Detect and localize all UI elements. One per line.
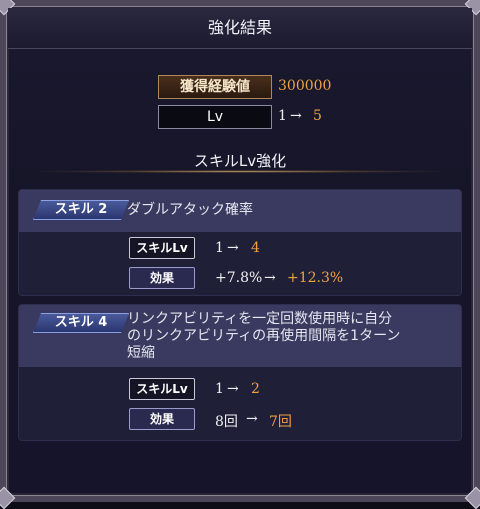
- exp-label: 獲得経験値: [158, 75, 272, 99]
- arrow-icon: →: [246, 411, 258, 427]
- skill-level-from: 1: [215, 381, 224, 397]
- lv-from: 1: [278, 108, 287, 124]
- skill-card: スキル 2 ダブルアタック確率 スキルLv 1 → 4 効果 +7.8% → +…: [18, 189, 462, 296]
- exp-value: 300000: [278, 78, 331, 94]
- skill-effect-chip: 効果: [129, 267, 195, 289]
- section-divider: [40, 170, 440, 173]
- arrow-icon: →: [264, 270, 276, 286]
- skill-level-from: 1: [215, 240, 224, 256]
- skill-level-to: 2: [251, 381, 260, 397]
- skill-effect-from: 8回: [215, 411, 238, 431]
- dialog-title: 強化結果: [8, 8, 472, 49]
- skill-tag: スキル 4: [33, 313, 129, 333]
- skill-description-line-2: のリンクアビリティの再使用間隔を1ターン: [127, 328, 445, 345]
- skill-effect-from: +7.8%: [215, 270, 262, 286]
- arrow-icon: →: [290, 108, 302, 124]
- skill-card: スキル 4 リンクアビリティを一定回数使用時に自分 のリンクアビリティの再使用間…: [18, 304, 462, 441]
- skill-level-chip: スキルLv: [129, 237, 195, 259]
- arrow-icon: →: [227, 240, 239, 256]
- skill-description-line-1: リンクアビリティを一定回数使用時に自分: [127, 311, 445, 328]
- skill-description-line-3: 短縮: [127, 345, 445, 362]
- lv-to: 5: [313, 108, 322, 124]
- arrow-icon: →: [227, 381, 239, 397]
- skill-effect-chip: 効果: [129, 408, 195, 430]
- skill-description: ダブルアタック確率: [127, 202, 445, 219]
- skill-effect-to: +12.3%: [287, 270, 343, 286]
- lv-label: Lv: [158, 105, 272, 129]
- skill-card-body: [19, 367, 461, 440]
- skill-level-to: 4: [251, 240, 260, 256]
- skill-tag: スキル 2: [33, 200, 129, 220]
- skill-effect-to: 7回: [269, 411, 292, 431]
- skill-level-chip: スキルLv: [129, 378, 195, 400]
- section-title: スキルLv強化: [0, 150, 480, 171]
